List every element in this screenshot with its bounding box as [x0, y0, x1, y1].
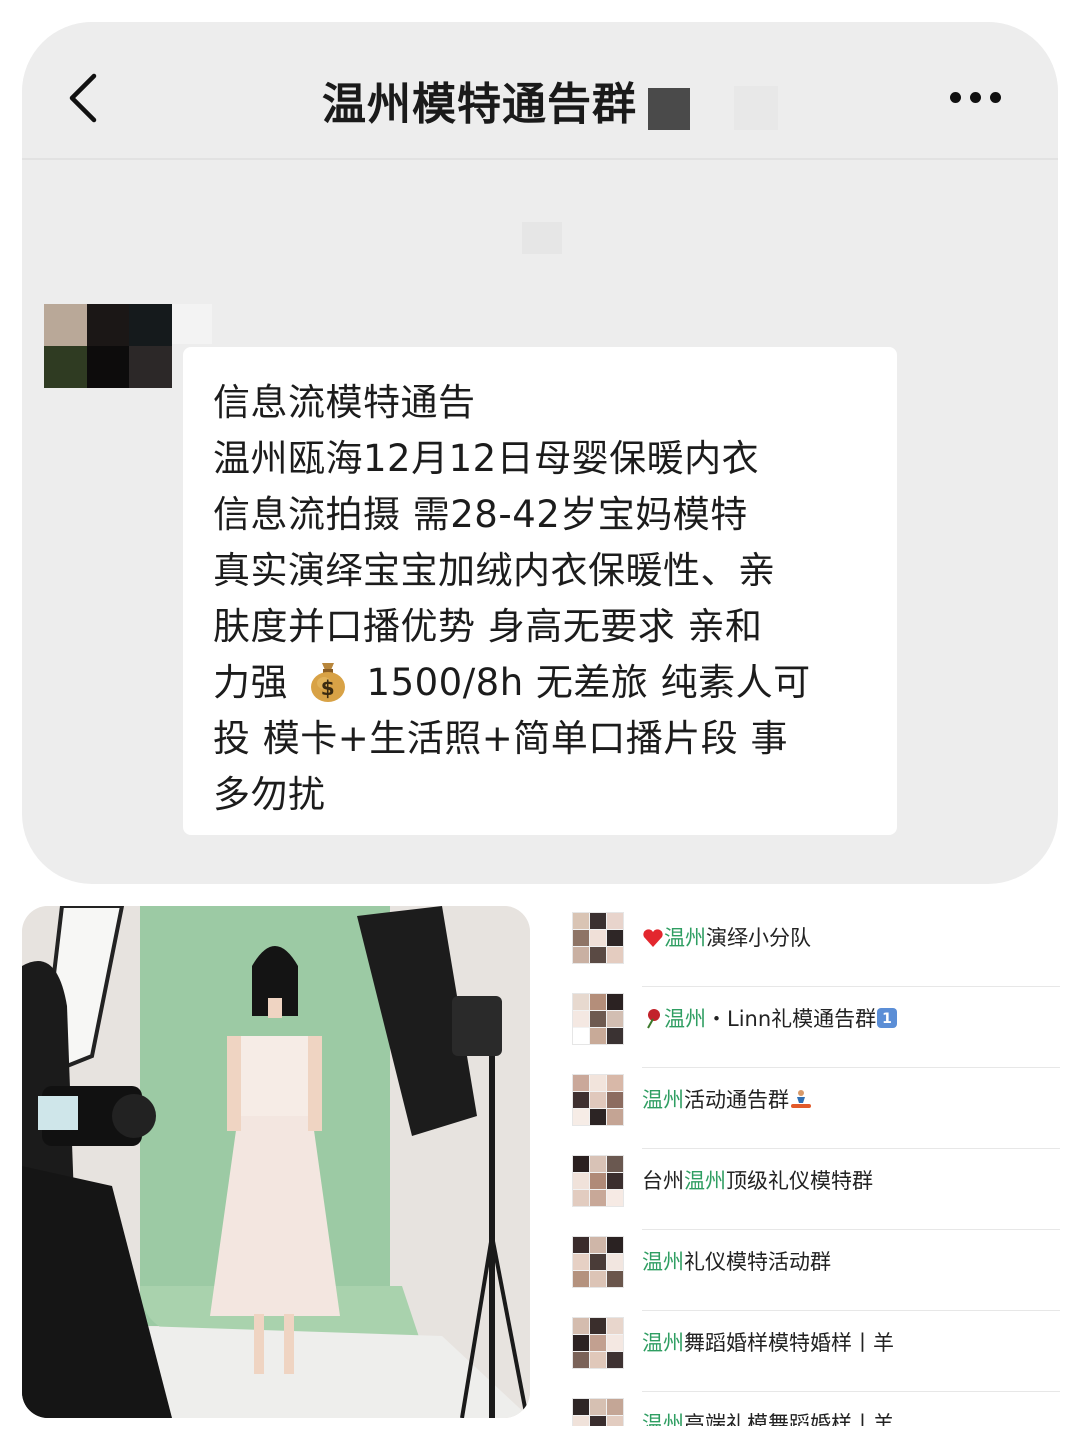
- redaction-mosaic-light: [734, 86, 778, 130]
- list-item[interactable]: 温州活动通告群: [568, 1068, 1060, 1149]
- list-item[interactable]: 温州高端礼模舞蹈婚样丨羊: [568, 1392, 1060, 1426]
- message-text: 信息流模特通告 温州瓯海12月12日母婴保暖内衣 信息流拍摄 需28-42岁宝妈…: [213, 375, 883, 823]
- message-line: 投 模卡+生活照+简单口播片段 事: [213, 717, 789, 760]
- list-item[interactable]: 温州舞蹈婚样模特婚样丨羊: [568, 1311, 1060, 1392]
- group-name: 温州・Linn礼模通告群 1: [642, 1003, 898, 1034]
- list-item[interactable]: 温州・Linn礼模通告群 1: [568, 987, 1060, 1068]
- group-name: 台州温州顶级礼仪模特群: [642, 1169, 873, 1193]
- snowboarder-icon: [789, 1088, 813, 1115]
- group-name: 温州礼仪模特活动群: [642, 1250, 831, 1274]
- svg-text:$: $: [321, 676, 335, 700]
- chat-screenshot-card: 温州模特通告群 信息流模特通告 温州瓯海12月12日母婴保暖内衣 信息流拍摄 需…: [22, 22, 1058, 884]
- message-line: 多勿扰: [213, 773, 326, 816]
- heart-icon: [642, 928, 664, 953]
- group-avatar: [572, 912, 624, 964]
- message-line: 肤度并口播优势 身高无要求 亲和: [213, 605, 763, 648]
- group-avatar: [572, 993, 624, 1045]
- message-segment: 力强: [213, 661, 288, 704]
- money-bag-icon: $: [311, 663, 346, 702]
- list-item[interactable]: 台州温州顶级礼仪模特群: [568, 1149, 1060, 1230]
- message-line: 信息流拍摄 需28-42岁宝妈模特: [213, 493, 748, 536]
- list-item[interactable]: 温州演绎小分队: [568, 906, 1060, 987]
- redaction-mosaic: [648, 88, 690, 130]
- avatar[interactable]: [44, 304, 172, 388]
- rose-icon: [642, 1007, 664, 1034]
- group-name: 温州舞蹈婚样模特婚样丨羊: [642, 1331, 894, 1355]
- group-avatar: [572, 1155, 624, 1207]
- group-avatar: [572, 1317, 624, 1369]
- chevron-left-icon[interactable]: [62, 70, 102, 126]
- message-bubble[interactable]: 信息流模特通告 温州瓯海12月12日母婴保暖内衣 信息流拍摄 需28-42岁宝妈…: [183, 347, 897, 835]
- chat-title: 温州模特通告群: [322, 79, 637, 130]
- avatar-blur: [172, 304, 212, 344]
- message-line: 温州瓯海12月12日母婴保暖内衣: [213, 437, 760, 480]
- message-line-with-money: 力强 $ 1500/8h 无差旅 纯素人可: [213, 655, 883, 711]
- group-avatar: [572, 1398, 624, 1426]
- message-segment: 1500/8h 无差旅 纯素人可: [366, 661, 811, 704]
- message-line: 信息流模特通告: [213, 381, 476, 424]
- group-name: 温州活动通告群: [642, 1084, 813, 1115]
- group-search-results: 温州演绎小分队 温州・Linn礼模通告群 1 温州活动通告群 台州温州顶级礼仪模…: [568, 906, 1060, 1426]
- group-name: 温州高端礼模舞蹈婚样丨羊: [642, 1412, 894, 1426]
- group-avatar: [572, 1074, 624, 1126]
- message-line: 真实演绎宝宝加绒内衣保暖性、亲: [213, 549, 776, 592]
- chat-header: 温州模特通告群: [22, 22, 1058, 160]
- studio-photo: [22, 906, 530, 1418]
- group-name: 温州演绎小分队: [642, 922, 811, 953]
- svg-text:1: 1: [882, 1011, 892, 1027]
- blurred-spot: [522, 222, 562, 254]
- group-avatar: [572, 1236, 624, 1288]
- more-dots-icon[interactable]: [950, 92, 1002, 104]
- keycap-one-icon: 1: [876, 1007, 898, 1034]
- list-item[interactable]: 温州礼仪模特活动群: [568, 1230, 1060, 1311]
